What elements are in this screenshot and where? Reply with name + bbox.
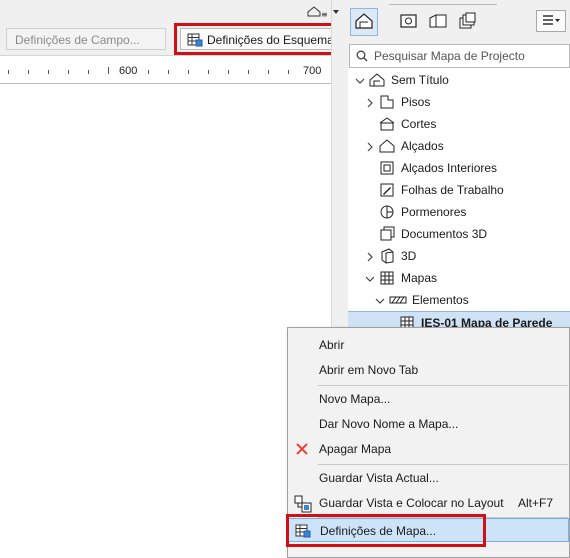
detail-icon — [379, 204, 395, 220]
scheme-settings-label: Definições do Esquema... — [207, 33, 340, 47]
schedule-icon — [379, 270, 395, 286]
schedule-settings-icon — [295, 523, 311, 539]
tree-item-folhas-trabalho[interactable]: Folhas de Trabalho — [348, 179, 570, 201]
element-hatch-icon — [389, 292, 407, 308]
elevation-icon — [379, 138, 395, 154]
project-house-icon — [369, 72, 385, 88]
tree-item-cortes[interactable]: Cortes — [348, 113, 570, 135]
project-map-icon — [354, 12, 374, 33]
navigator-menu-button[interactable] — [536, 10, 566, 32]
svg-text:≡: ≡ — [321, 10, 328, 19]
chevron-right-icon[interactable] — [365, 97, 375, 108]
shortcut-label: Alt+F7 — [518, 496, 554, 510]
3d-document-icon — [379, 226, 395, 242]
tree-item-pormenores[interactable]: Pormenores — [348, 201, 570, 223]
schedule-canvas[interactable] — [0, 84, 331, 558]
view-map-button[interactable] — [395, 8, 423, 36]
layout-book-icon — [428, 12, 448, 33]
menu-item-dar-novo-nome[interactable]: Dar Novo Nome a Mapa... — [288, 412, 569, 436]
tree-item-3d[interactable]: 3D — [348, 245, 570, 267]
tree-item-elementos[interactable]: Elementos — [348, 289, 570, 311]
section-icon — [379, 116, 395, 132]
project-map-search[interactable] — [349, 44, 570, 68]
tree-item-pisos[interactable]: Pisos — [348, 91, 570, 113]
tree-item-documentos-3d[interactable]: Documentos 3D — [348, 223, 570, 245]
menu-item-guardar-vista[interactable]: Guardar Vista Actual... — [288, 466, 569, 490]
interior-elevation-icon — [379, 160, 395, 176]
hamburger-icon — [541, 14, 561, 29]
ruler-label-700: 700 — [303, 65, 322, 77]
tree-item-alcados-interiores[interactable]: Alçados Interiores — [348, 157, 570, 179]
chevron-down-icon[interactable] — [365, 273, 375, 283]
worksheet-icon — [379, 182, 395, 198]
search-icon — [356, 50, 368, 65]
menu-item-novo-mapa[interactable]: Novo Mapa... — [288, 387, 569, 411]
schedule-toolbar: Definições de Campo... Definições do Esq… — [0, 24, 340, 56]
menu-separator — [318, 464, 568, 465]
menu-item-definicoes-mapa[interactable]: Definições de Mapa... — [288, 518, 569, 542]
floor-plan-icon — [379, 94, 395, 110]
view-options-icon[interactable]: ≡ — [306, 3, 342, 22]
chevron-down-icon[interactable] — [355, 75, 365, 85]
layout-book-button[interactable] — [424, 8, 452, 36]
ruler-label-600: 600 — [119, 65, 138, 77]
scheme-settings-button[interactable]: Definições do Esquema... — [180, 28, 340, 50]
project-map-button[interactable] — [350, 8, 378, 36]
tree-item-sem-titulo[interactable]: Sem Título — [348, 69, 570, 91]
menu-item-abrir[interactable]: Abrir — [288, 333, 569, 357]
schedule-settings-icon — [187, 32, 203, 49]
context-menu: Abrir Abrir em Novo Tab Novo Mapa... Dar… — [287, 327, 570, 558]
left-top-strip — [0, 0, 298, 24]
delete-x-icon — [294, 441, 310, 457]
search-input[interactable] — [374, 48, 564, 64]
chevron-right-icon[interactable] — [365, 141, 375, 152]
menu-separator — [318, 385, 568, 386]
menu-item-abrir-novo-tab[interactable]: Abrir em Novo Tab — [288, 358, 569, 382]
save-place-layout-icon — [294, 495, 312, 513]
publisher-sets-icon — [458, 12, 478, 33]
navigator-toolbar — [348, 0, 570, 42]
chevron-right-icon[interactable] — [365, 251, 375, 262]
horizontal-ruler: 600 700 — [0, 56, 331, 84]
publisher-sets-button[interactable] — [454, 8, 482, 36]
3d-view-icon — [379, 248, 395, 264]
field-settings-button[interactable]: Definições de Campo... — [6, 28, 166, 50]
tree-item-alcados[interactable]: Alçados — [348, 135, 570, 157]
menu-item-guardar-colocar[interactable]: Guardar Vista e Colocar no Layout Alt+F7 — [288, 491, 569, 515]
tree-item-mapas[interactable]: Mapas — [348, 267, 570, 289]
view-options-strip[interactable]: ≡ — [298, 0, 348, 24]
menu-item-apagar-mapa[interactable]: Apagar Mapa — [288, 437, 569, 461]
view-map-icon — [399, 12, 419, 33]
chevron-down-icon[interactable] — [375, 295, 385, 305]
